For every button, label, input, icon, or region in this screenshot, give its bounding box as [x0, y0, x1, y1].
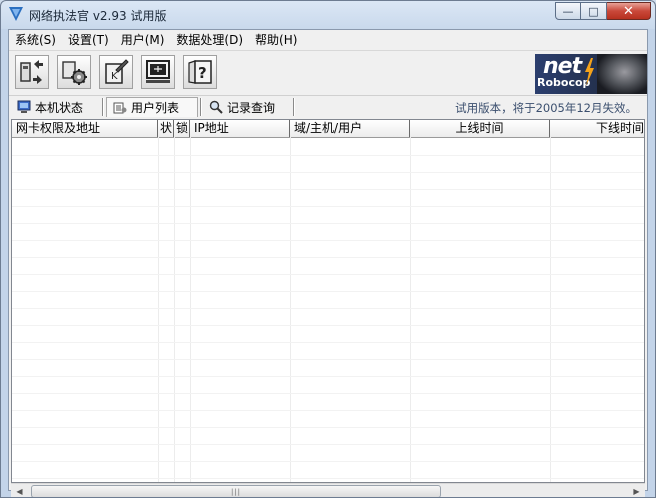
horizontal-scrollbar[interactable]: ◀ ||| ▶ [11, 483, 645, 497]
scroll-right-arrow-icon[interactable]: ▶ [628, 483, 645, 497]
window-controls: — □ ✕ [555, 2, 651, 20]
column-header-lock[interactable]: 锁 [174, 120, 190, 137]
monitor-toggle-icon [20, 60, 43, 84]
menu-system[interactable]: 系统(S) [9, 30, 62, 50]
tab-record-search[interactable]: 记录查询 [203, 97, 295, 117]
grid-row-line [12, 291, 644, 292]
grid-row-line [12, 274, 644, 275]
grid-row-line [12, 342, 644, 343]
user-key-icon: K [105, 59, 129, 84]
app-logo-icon [9, 7, 23, 21]
tab-bar: 本机状态 用户列表 记录查询 试用版本，将于2005年12月失效。 [9, 95, 647, 118]
tab-user-list[interactable]: 用户列表 [106, 97, 198, 117]
tab-divider [102, 98, 104, 116]
tab-divider [200, 98, 202, 116]
netrobocop-logo: net Robocop [535, 54, 647, 94]
settings-button[interactable] [57, 55, 91, 89]
grid-row-line [12, 155, 644, 156]
user-list-table[interactable]: 网卡权限及地址 状 锁 IP地址 域/主机/用户 上线时间 下线时间 [11, 119, 645, 483]
grid-row-line [12, 257, 644, 258]
maximize-button[interactable]: □ [581, 2, 607, 20]
record-search-icon [209, 100, 223, 114]
trial-expiry-notice: 试用版本，将于2005年12月失效。 [455, 101, 637, 115]
grid-row-line [12, 172, 644, 173]
screen-display-button[interactable] [141, 55, 175, 89]
client-area: 系统(S) 设置(T) 用户(M) 数据处理(D) 帮助(H) K ? net … [8, 29, 648, 497]
logo-portrait [597, 54, 647, 94]
menu-data-processing[interactable]: 数据处理(D) [170, 30, 249, 50]
svg-text:K: K [111, 71, 118, 82]
svg-text:?: ? [198, 64, 207, 82]
column-header-online-time[interactable]: 上线时间 [410, 120, 550, 137]
grid-row-line [12, 189, 644, 190]
grid-row-line [12, 325, 644, 326]
minimize-button[interactable]: — [555, 2, 581, 20]
help-button[interactable]: ? [183, 55, 217, 89]
grid-row-line [12, 240, 644, 241]
grid-row-line [12, 359, 644, 360]
grid-row-line [12, 410, 644, 411]
grid-row-line [12, 206, 644, 207]
grid-row-line [12, 393, 644, 394]
grid-row-line [12, 308, 644, 309]
app-window: 网络执法官 v2.93 试用版 — □ ✕ 系统(S) 设置(T) 用户(M) … [0, 0, 656, 498]
tab-user-list-label: 用户列表 [131, 101, 180, 115]
column-header-domain-host-user[interactable]: 域/主机/用户 [290, 120, 410, 137]
settings-gear-icon [62, 61, 87, 85]
close-button[interactable]: ✕ [607, 2, 651, 20]
menu-settings[interactable]: 设置(T) [62, 30, 115, 50]
grid-row-line [12, 427, 644, 428]
column-header-status[interactable]: 状 [158, 120, 174, 137]
menu-help[interactable]: 帮助(H) [249, 30, 303, 50]
grid-row-line [12, 376, 644, 377]
lightning-bolt-icon [585, 58, 594, 86]
tab-divider [293, 98, 295, 116]
menu-bar: 系统(S) 设置(T) 用户(M) 数据处理(D) 帮助(H) [9, 30, 647, 50]
screen-display-icon [146, 60, 170, 83]
scrollbar-thumb[interactable]: ||| [31, 485, 441, 497]
grid-row-line [12, 461, 644, 462]
menu-users[interactable]: 用户(M) [115, 30, 171, 50]
grid-row-line [12, 223, 644, 224]
column-header-nic-permission[interactable]: 网卡权限及地址 [12, 120, 158, 137]
grid-row-line [12, 444, 644, 445]
grid-row-line [12, 478, 644, 479]
monitor-toggle-button[interactable] [15, 55, 49, 89]
scroll-left-arrow-icon[interactable]: ◀ [11, 483, 28, 497]
tab-local-status[interactable]: 本机状态 [11, 97, 101, 117]
column-header-ip-address[interactable]: IP地址 [190, 120, 290, 137]
table-header: 网卡权限及地址 状 锁 IP地址 域/主机/用户 上线时间 下线时间 [12, 120, 644, 138]
local-machine-icon [17, 100, 31, 113]
column-header-offline-time[interactable]: 下线时间 [550, 120, 644, 137]
help-question-icon: ? [188, 60, 212, 84]
title-bar[interactable]: 网络执法官 v2.93 试用版 — □ ✕ [1, 1, 655, 29]
window-title: 网络执法官 v2.93 试用版 [29, 9, 167, 23]
user-list-icon [113, 102, 127, 113]
tab-local-status-label: 本机状态 [35, 100, 84, 115]
user-key-button[interactable]: K [99, 55, 133, 89]
toolbar: K ? net Robocop [9, 51, 647, 95]
tab-record-search-label: 记录查询 [227, 100, 276, 115]
